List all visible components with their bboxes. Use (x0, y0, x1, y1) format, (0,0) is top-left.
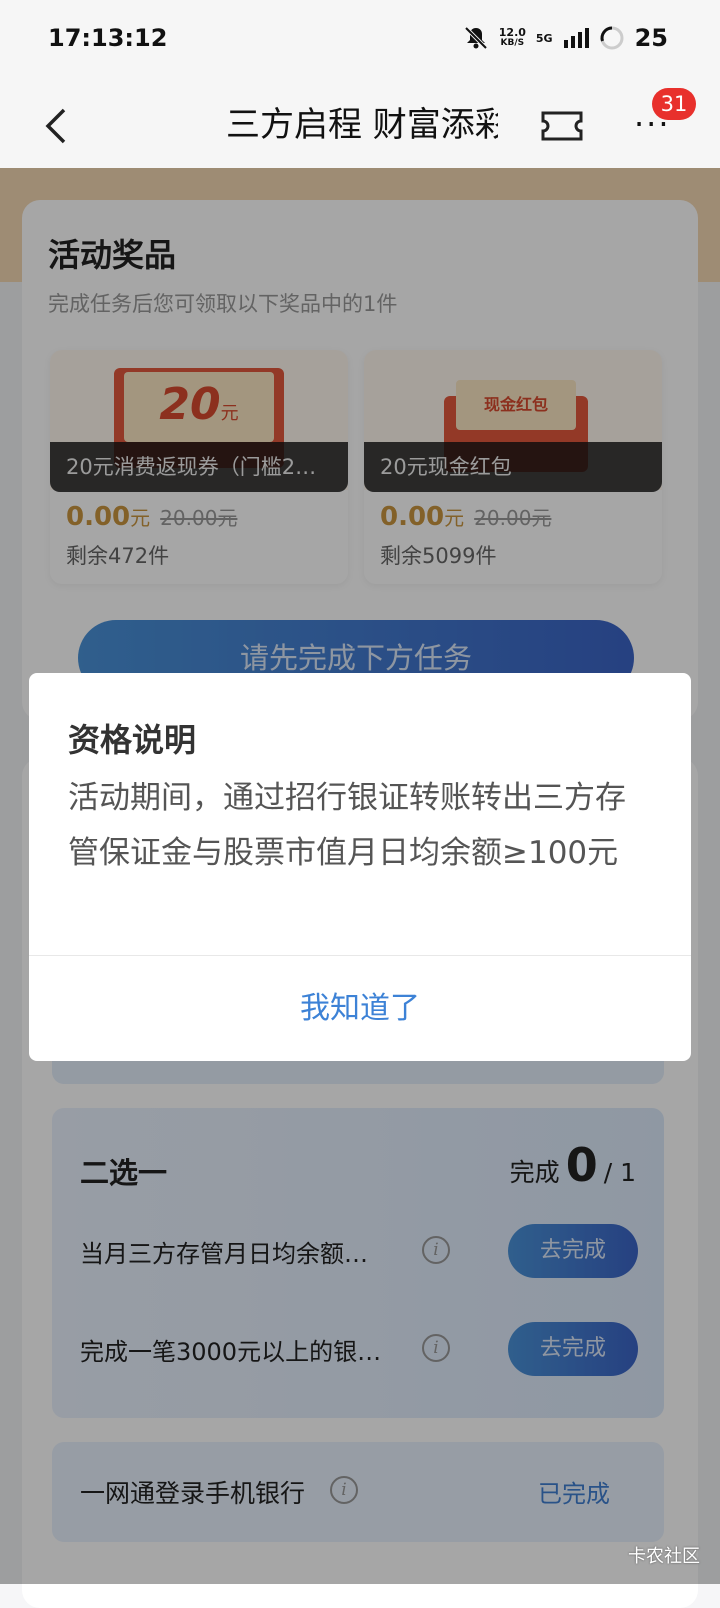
watermark: 卡农社区 (628, 1546, 700, 1567)
ticket-icon[interactable] (540, 110, 584, 142)
nav-bar: 三方启程 财富添彩 ··· 31 (0, 82, 720, 168)
mute-bell-icon (464, 26, 488, 50)
status-time: 17:13:12 (48, 24, 168, 52)
qualification-dialog: 资格说明 活动期间，通过招行银证转账转出三方存管保证金与股票市值月日均余额≥10… (29, 673, 691, 1061)
net-speed-unit: KB/S (500, 38, 525, 48)
net-speed: 12.0 KB/S (499, 27, 526, 49)
battery-level: 25 (634, 24, 668, 52)
dialog-body: 活动期间，通过招行银证转账转出三方存管保证金与股票市值月日均余额≥100元 (68, 780, 626, 871)
status-indicators: 12.0 KB/S 5G 25 (463, 24, 668, 52)
notification-badge: 31 (652, 88, 696, 120)
page-title: 三方启程 财富添彩 (226, 105, 498, 145)
got-it-button[interactable]: 我知道了 (29, 956, 691, 1061)
dialog-title: 资格说明 (68, 721, 197, 759)
signal-icon (563, 28, 589, 48)
network-type: 5G (535, 31, 553, 45)
net-speed-value: 12.0 (498, 26, 526, 39)
status-bar: 17:13:12 12.0 KB/S 5G 25 (0, 0, 720, 82)
battery-ring-icon (600, 26, 624, 50)
back-chevron-icon[interactable] (40, 106, 76, 146)
